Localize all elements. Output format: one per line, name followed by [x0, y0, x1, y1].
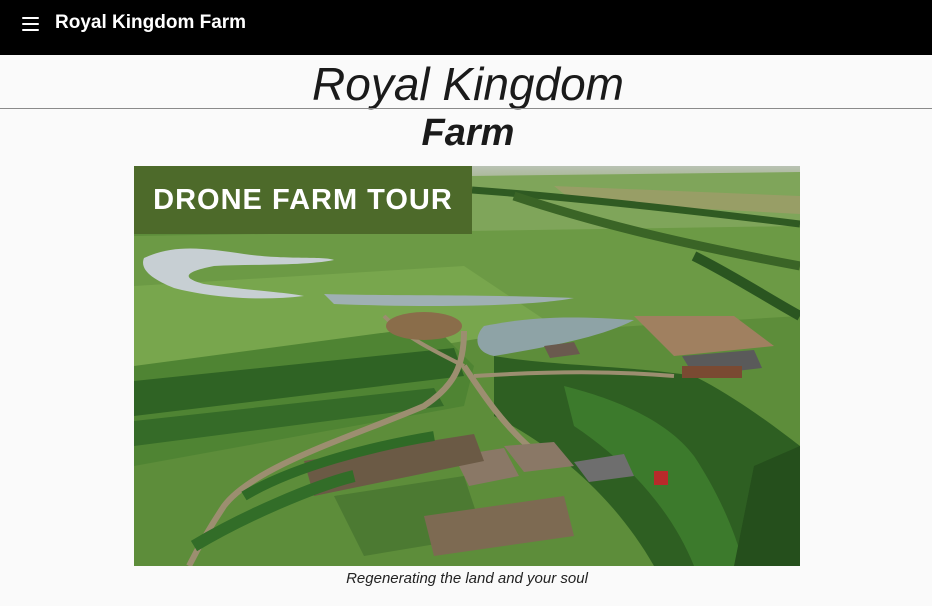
page-title-line2: Farm	[421, 112, 515, 154]
app-bar-title[interactable]: Royal Kingdom Farm	[55, 11, 246, 35]
page-title-line1: Royal Kingdom	[312, 58, 624, 110]
hamburger-menu-icon[interactable]	[18, 14, 44, 36]
app-bar: Royal Kingdom Farm	[0, 0, 932, 55]
title-divider	[0, 108, 932, 109]
hero-caption: Regenerating the land and your soul	[346, 570, 588, 587]
drone-farm-tour-banner[interactable]: DRONE FARM TOUR	[134, 166, 472, 234]
banner-label: DRONE FARM TOUR	[153, 183, 453, 216]
